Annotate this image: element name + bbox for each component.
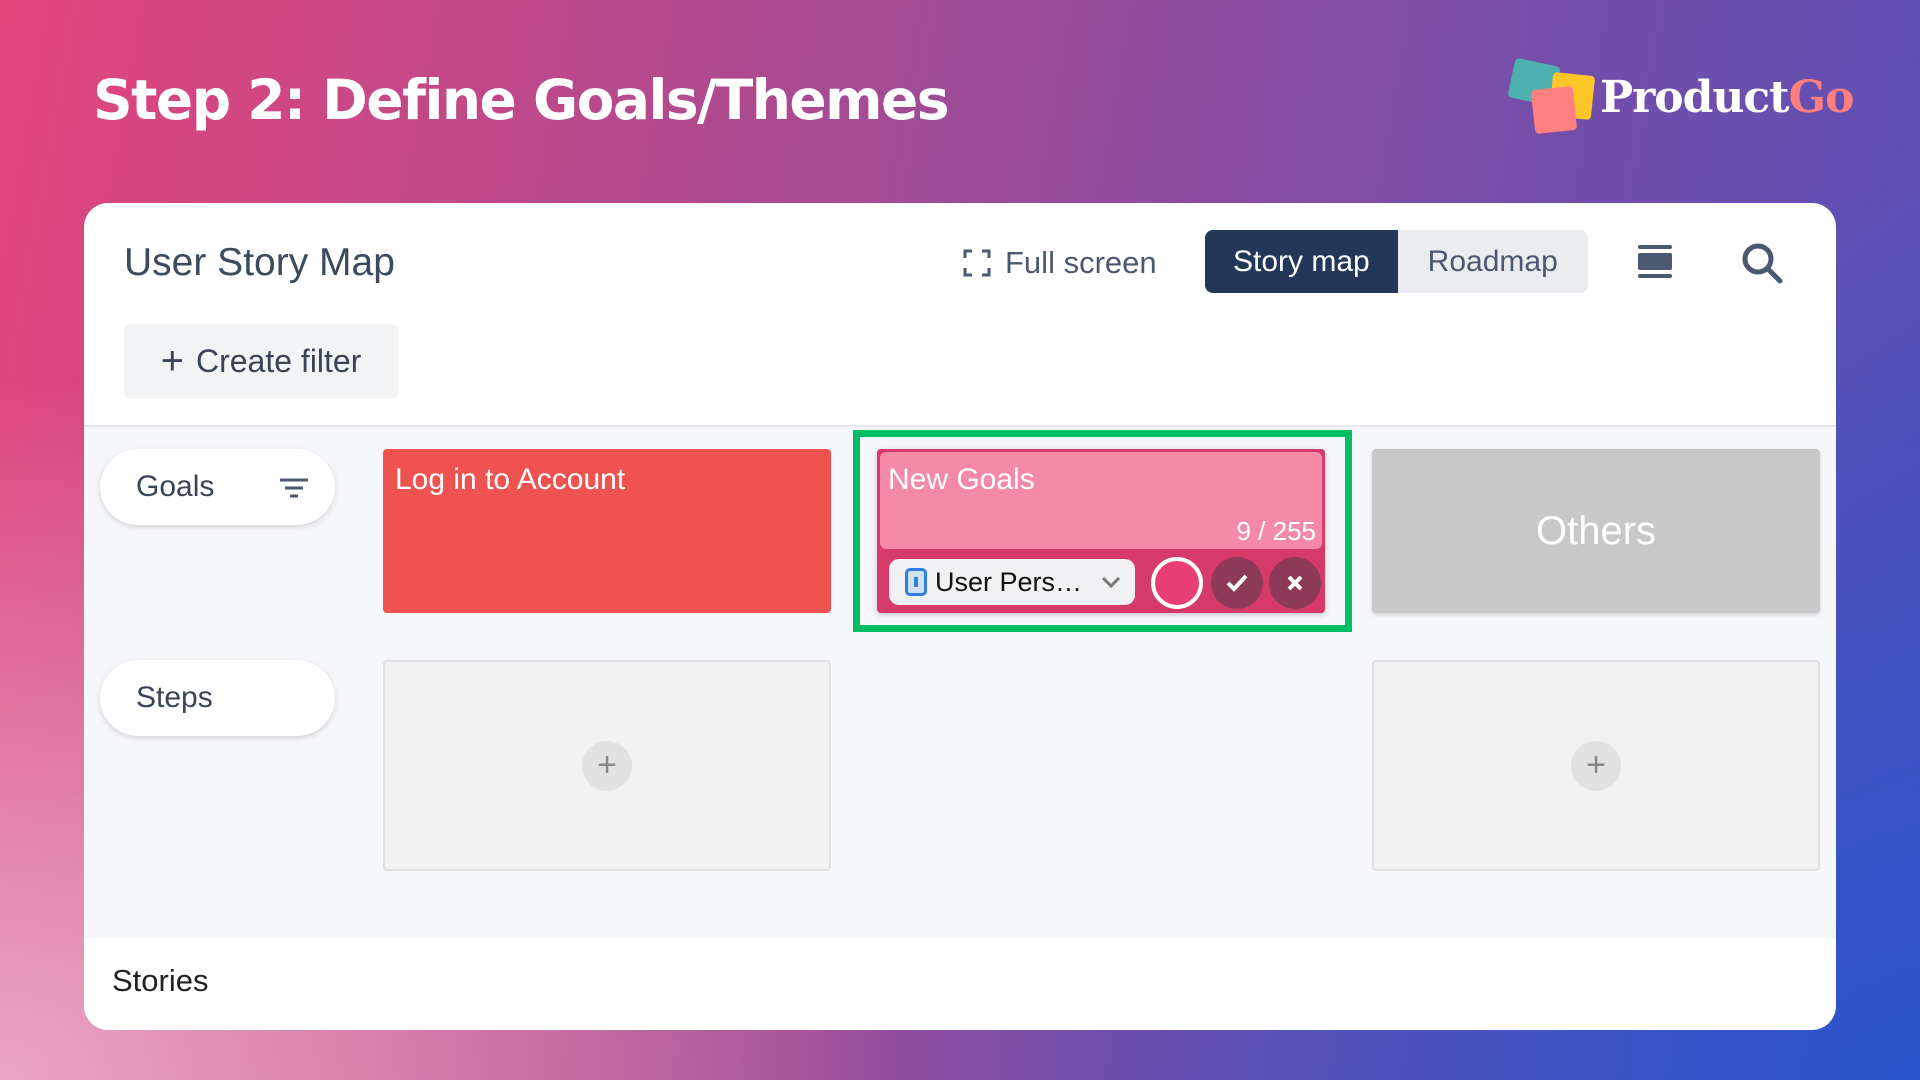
productgo-logo: ProductGo — [1503, 57, 1854, 142]
steps-label: Steps — [136, 681, 213, 714]
step-cell: + — [1372, 660, 1820, 871]
search-icon[interactable] — [1740, 241, 1784, 285]
app-title: User Story Map — [124, 241, 395, 284]
goals-label: Goals — [136, 470, 215, 503]
steps-row-label: Steps — [100, 660, 335, 736]
goals-row-label: Goals — [100, 449, 335, 525]
full-screen-button[interactable]: Full screen — [963, 245, 1157, 281]
add-step-button[interactable]: + — [1571, 740, 1621, 791]
full-screen-label: Full screen — [1005, 245, 1157, 280]
add-step-button[interactable]: + — [582, 740, 632, 791]
menu-icon[interactable] — [1638, 245, 1672, 279]
goal-card-title: Others — [1535, 508, 1657, 553]
highlight-box — [853, 430, 1352, 632]
view-toggle: Story map Roadmap — [1205, 230, 1588, 293]
slide-title: Step 2: Define Goals/Themes — [93, 68, 950, 132]
stories-row-label: Stories — [112, 963, 209, 998]
create-filter-label: Create filter — [195, 343, 362, 379]
step-cell: + — [383, 660, 831, 871]
filter-icon[interactable] — [279, 477, 309, 499]
goal-card-title: Log in to Account — [395, 463, 626, 496]
tab-story-map[interactable]: Story map — [1205, 230, 1398, 293]
goal-card-others[interactable]: Others — [1372, 449, 1820, 613]
goal-card[interactable]: Log in to Account — [383, 449, 831, 613]
plus-icon: + — [160, 339, 184, 383]
story-map-panel: User Story Map Full screen Story map Roa… — [84, 203, 1836, 1030]
tab-roadmap[interactable]: Roadmap — [1398, 230, 1588, 293]
logo-text: Product — [1600, 72, 1789, 123]
fullscreen-icon — [963, 249, 991, 277]
logo-text-accent: Go — [1788, 72, 1855, 123]
create-filter-button[interactable]: + Create filter — [124, 324, 398, 399]
